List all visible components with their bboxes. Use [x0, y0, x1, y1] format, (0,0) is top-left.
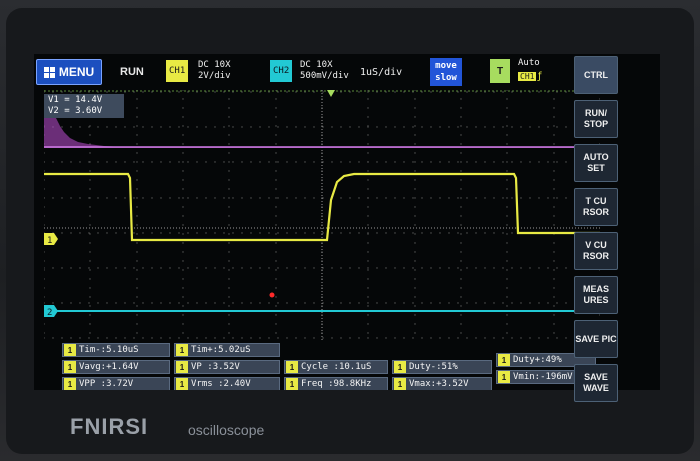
ch2-settings[interactable]: DC 10X 500mV/div — [300, 60, 349, 82]
trigger-position-marker[interactable] — [327, 90, 335, 97]
measure-cycle[interactable]: 1 Cycle :10.1uS — [284, 360, 388, 374]
v1-readout: V1 = 14.4V — [48, 95, 103, 105]
grid-icon — [43, 66, 55, 78]
ch1-coupling: DC 10X — [198, 60, 231, 70]
voltage-cursor-button[interactable]: V CU RSOR — [574, 232, 618, 270]
measures-button[interactable]: MEAS URES — [574, 276, 618, 314]
move-line2: slow — [435, 73, 457, 83]
v2-readout: V2 = 3.60V — [48, 106, 103, 116]
ch1-tag: 1 — [64, 361, 76, 373]
rising-edge-icon: ƒ — [538, 71, 542, 82]
ch1-tag: 1 — [498, 371, 510, 383]
measure-duty-minus[interactable]: 1 Duty-: 51% — [392, 360, 492, 374]
menu-label: MENU — [58, 65, 95, 79]
save-wave-button[interactable]: SAVE WAVE — [574, 364, 618, 402]
run-status[interactable]: RUN — [120, 66, 144, 78]
ch1-tag: 1 — [176, 361, 188, 373]
ch1-tag: 1 — [394, 361, 406, 373]
waveform-display[interactable]: 1 2 T — [44, 90, 600, 340]
fft-spectrum-fill — [44, 96, 600, 148]
ch1-scale: 2V/div — [198, 71, 231, 81]
menu-button[interactable]: MENU — [36, 59, 102, 85]
ch2-level-marker[interactable]: 2 — [44, 305, 58, 318]
brand-product: oscilloscope — [188, 422, 265, 438]
trigger-source[interactable]: CH1 — [518, 72, 537, 81]
ch2-marker-label: 2 — [47, 308, 52, 318]
ch1-tag: 1 — [64, 378, 76, 390]
measure-vp[interactable]: 1 VP :3.52V — [174, 360, 280, 374]
ch1-tag: 1 — [286, 361, 298, 373]
ch1-tag: 1 — [286, 378, 298, 390]
measurements-panel: 1 Tim-: 5.10uS 1 Tim+: 5.02uS 1 Vavg: +1.64V 1… — [62, 343, 598, 390]
ch1-tag: 1 — [176, 378, 188, 390]
ch2-badge[interactable]: CH2 — [270, 60, 293, 82]
auto-set-button[interactable]: AUTO SET — [574, 144, 618, 182]
trigger-badge[interactable]: T — [490, 59, 510, 83]
measure-vmax[interactable]: 1 Vmax: +3.52V — [392, 377, 492, 390]
measure-vrms[interactable]: 1 Vrms :2.40V — [174, 377, 280, 390]
time-cursor-button[interactable]: T CU RSOR — [574, 188, 618, 226]
cursor-readout: V1 = 14.4V V2 = 3.60V — [44, 94, 124, 118]
cursor-dot — [269, 292, 275, 298]
run-stop-button[interactable]: RUN/ STOP — [574, 100, 618, 138]
oscilloscope-screen: MENU RUN CH1 DC 10X 2V/div CH2 DC 10X 50… — [34, 54, 660, 390]
measure-tim-minus[interactable]: 1 Tim-: 5.10uS — [62, 343, 170, 357]
ch1-marker-label: 1 — [47, 236, 52, 246]
ch1-tag: 1 — [64, 344, 76, 356]
timebase[interactable]: 1uS/div — [360, 67, 402, 78]
ch2-scale: 500mV/div — [300, 71, 349, 81]
measure-vavg[interactable]: 1 Vavg: +1.64V — [62, 360, 170, 374]
ctrl-button[interactable]: CTRL — [574, 56, 618, 94]
save-pic-button[interactable]: SAVE PIC — [574, 320, 618, 358]
move-speed-button[interactable]: move slow — [430, 58, 462, 86]
trigger-mode[interactable]: Auto — [518, 58, 540, 68]
ch1-badge[interactable]: CH1 — [166, 60, 189, 82]
measure-freq[interactable]: 1 Freq :98.8KHz — [284, 377, 388, 390]
ch1-tag: 1 — [176, 344, 188, 356]
brand-logo: FNIRSI — [70, 414, 149, 439]
ch2-coupling: DC 10X — [300, 60, 333, 70]
top-status-bar: MENU RUN CH1 DC 10X 2V/div CH2 DC 10X 50… — [34, 54, 660, 90]
ch1-level-marker[interactable]: 1 — [44, 233, 58, 246]
ch1-settings[interactable]: DC 10X 2V/div — [198, 60, 231, 82]
ch1-tag: 1 — [498, 354, 510, 366]
ch1-tag: 1 — [394, 378, 406, 390]
move-line1: move — [435, 61, 457, 71]
measure-vpp[interactable]: 1 VPP :3.72V — [62, 377, 170, 390]
measure-tim-plus[interactable]: 1 Tim+: 5.02uS — [174, 343, 280, 357]
